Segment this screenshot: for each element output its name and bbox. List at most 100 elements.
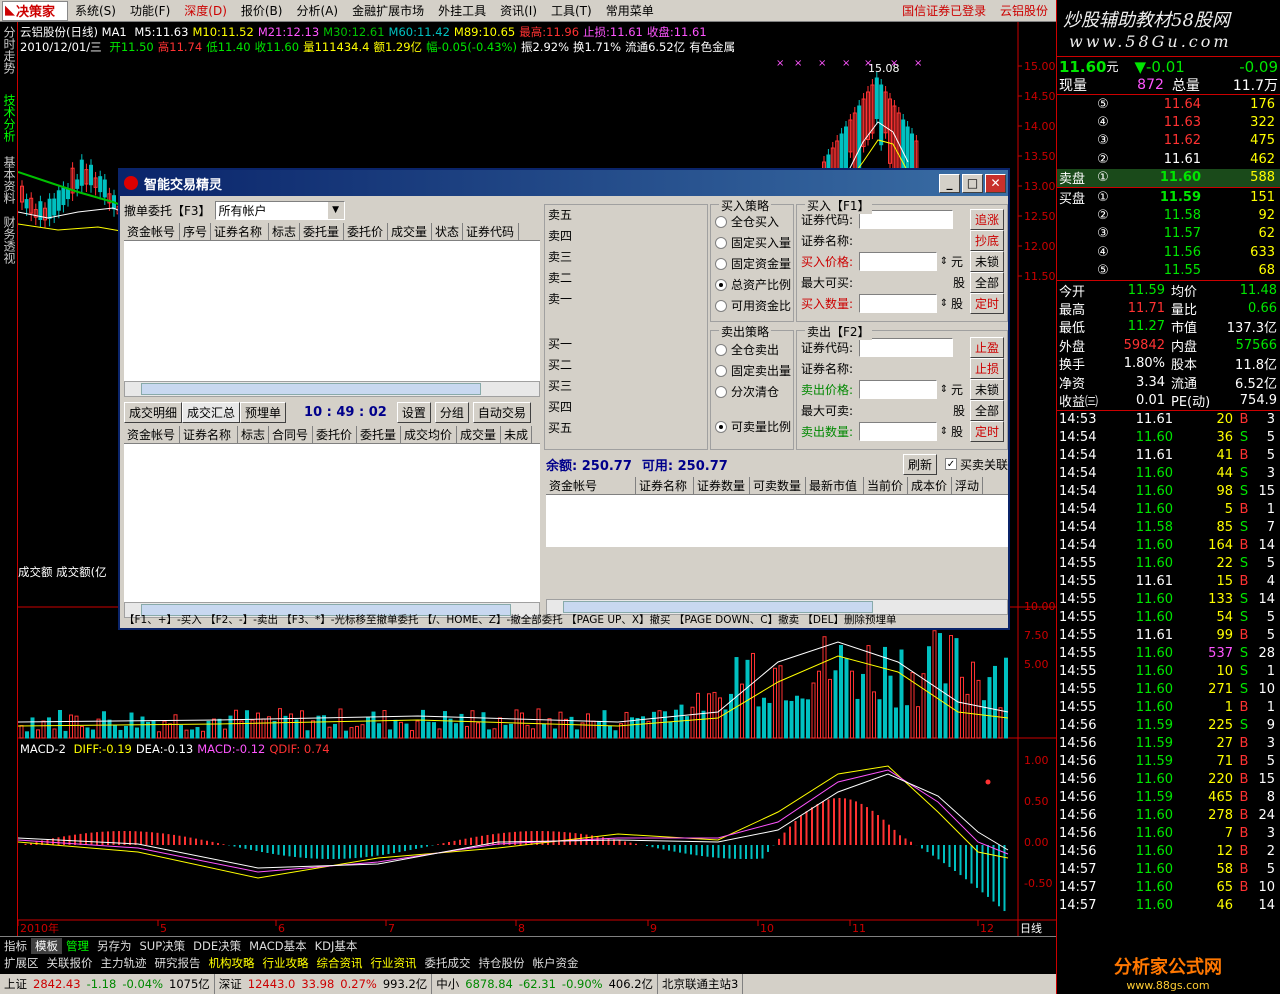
tab-fill-detail[interactable]: 成交明细: [124, 401, 183, 423]
column-header[interactable]: 委托量: [357, 425, 402, 443]
column-header[interactable]: 资金帐号: [546, 476, 636, 494]
column-header[interactable]: 资金帐号: [124, 425, 180, 443]
ask-row[interactable]: ⑤ 11.64 176: [1057, 95, 1280, 113]
column-header[interactable]: 最新市值: [806, 476, 864, 494]
column-header[interactable]: 序号: [180, 222, 212, 240]
tab-industry-news[interactable]: 行业资讯: [367, 955, 421, 971]
ask-row[interactable]: ③ 11.62 475: [1057, 132, 1280, 150]
tab-save-as[interactable]: 另存为: [93, 938, 136, 954]
tab-dde[interactable]: DDE决策: [189, 938, 245, 954]
buy-level[interactable]: 买五: [545, 418, 707, 439]
tab-research[interactable]: 研究报告: [151, 955, 205, 971]
buy-strategy-option[interactable]: 固定买入量: [715, 232, 793, 253]
server-status[interactable]: 北京联通主站3: [658, 974, 744, 994]
tab-industry[interactable]: 行业攻略: [259, 955, 313, 971]
menu-plugin[interactable]: 外挂工具: [431, 2, 493, 19]
index-shenzhen[interactable]: 深证 12443.0 33.98 0.27% 993.2亿: [215, 974, 433, 994]
auto-trade-button[interactable]: 自动交易: [472, 401, 531, 423]
buy-strategy-option[interactable]: 固定资金量: [715, 253, 793, 274]
sell-field-input[interactable]: [859, 338, 953, 357]
menu-depth[interactable]: 深度(D): [177, 2, 234, 19]
buy-action-button[interactable]: 抄底: [969, 230, 1004, 251]
index-shanghai[interactable]: 上证 2842.43 -1.18 -0.04% 1075亿: [0, 974, 215, 994]
tab-related-quote[interactable]: 关联报价: [43, 955, 97, 971]
sell-action-button[interactable]: 未锁: [969, 379, 1004, 400]
tab-indicator[interactable]: 指标: [0, 938, 31, 954]
column-header[interactable]: 资金帐号: [124, 222, 180, 240]
sell-strategy-option[interactable]: 固定卖出量: [715, 360, 793, 381]
sell-action-button[interactable]: 全部: [969, 400, 1004, 421]
column-header[interactable]: 成本价: [908, 476, 952, 494]
dialog-titlebar[interactable]: 智能交易精灵 _ □ ✕: [120, 170, 1008, 196]
sell-level[interactable]: 卖三: [545, 247, 707, 268]
sell-strategy-option[interactable]: 可卖量比例: [715, 416, 793, 437]
menu-analysis[interactable]: 分析(A): [289, 2, 345, 19]
buy-strategy-option[interactable]: 全仓买入: [715, 211, 793, 232]
tab-holdings[interactable]: 持仓股份: [475, 955, 529, 971]
close-button[interactable]: ✕: [985, 173, 1006, 193]
spinner-icon[interactable]: ⇕: [937, 298, 951, 309]
column-header[interactable]: 成交量: [388, 222, 433, 240]
vtab-intraday[interactable]: 分时走势: [0, 22, 19, 90]
bid-row[interactable]: 买盘 ① 11.59 151: [1057, 188, 1280, 207]
menu-common[interactable]: 常用菜单: [599, 2, 661, 19]
order-hscroll[interactable]: [124, 381, 540, 397]
tab-macd[interactable]: MACD基本: [245, 938, 310, 954]
buy-strategy-option[interactable]: 总资产比例: [715, 274, 793, 295]
bid-row[interactable]: ⑤ 11.55 68: [1057, 262, 1280, 280]
sell-strategy-option[interactable]: 分次清仓: [715, 381, 793, 402]
account-select[interactable]: 所有帐户 ▼: [214, 200, 345, 220]
buy-action-button[interactable]: 全部: [969, 272, 1004, 293]
column-header[interactable]: 证券名称: [636, 476, 694, 494]
menu-system[interactable]: 系统(S): [68, 2, 123, 19]
tab-orders[interactable]: 委托成交: [421, 955, 475, 971]
tab-fill-summary[interactable]: 成交汇总: [182, 401, 241, 423]
column-header[interactable]: 未成: [501, 425, 533, 443]
sell-level[interactable]: 卖一: [545, 289, 707, 310]
ask-row[interactable]: ② 11.61 462: [1057, 150, 1280, 168]
sell-level[interactable]: 卖五: [545, 205, 707, 226]
settings-button[interactable]: 设置: [396, 401, 431, 423]
column-header[interactable]: 证券名称: [211, 222, 270, 240]
link-checkbox[interactable]: ✓ 买卖关联: [944, 456, 1008, 473]
bid-row[interactable]: ④ 11.56 633: [1057, 243, 1280, 261]
order-table-body[interactable]: [124, 241, 540, 381]
column-header[interactable]: 委托价: [313, 425, 358, 443]
tab-account[interactable]: 帐户资金: [529, 955, 583, 971]
buy-action-button[interactable]: 未锁: [969, 251, 1004, 272]
menu-finance-ext[interactable]: 金融扩展市场: [345, 2, 431, 19]
spinner-icon[interactable]: ⇕: [937, 256, 951, 267]
menu-function[interactable]: 功能(F): [123, 2, 177, 19]
menu-quote[interactable]: 报价(B): [234, 2, 290, 19]
sell-field-input[interactable]: [859, 380, 937, 399]
bid-row[interactable]: ② 11.58 92: [1057, 206, 1280, 224]
group-button[interactable]: 分组: [434, 401, 469, 423]
maximize-button[interactable]: □: [962, 173, 983, 193]
order-hscroll-thumb[interactable]: [141, 383, 481, 395]
sell-strategy-option[interactable]: 全仓卖出: [715, 339, 793, 360]
buy-field-input[interactable]: [859, 252, 937, 271]
column-header[interactable]: 成交量: [457, 425, 502, 443]
buy-field-input[interactable]: [859, 210, 953, 229]
sell-action-button[interactable]: 止损: [969, 358, 1004, 379]
bid-row[interactable]: ③ 11.57 62: [1057, 225, 1280, 243]
sell-action-button[interactable]: 止盈: [969, 337, 1004, 358]
sell-action-button[interactable]: 定时: [969, 421, 1004, 442]
vtab-fundamentals[interactable]: 基本资料: [0, 152, 19, 212]
tab-manage[interactable]: 管理: [62, 938, 93, 954]
tab-sup[interactable]: SUP决策: [136, 938, 190, 954]
buy-action-button[interactable]: 定时: [969, 293, 1004, 314]
column-header[interactable]: 成交均价: [401, 425, 458, 443]
positions-table-body[interactable]: [546, 495, 1008, 547]
buy-level[interactable]: 买三: [545, 376, 707, 397]
tab-institution[interactable]: 机构攻略: [205, 955, 259, 971]
buy-level[interactable]: 买一: [545, 334, 707, 355]
column-header[interactable]: 标志: [269, 222, 301, 240]
column-header[interactable]: 证券名称: [180, 425, 238, 443]
minimize-button[interactable]: _: [939, 173, 960, 193]
buy-action-button[interactable]: 追涨: [969, 209, 1004, 230]
sell-level[interactable]: 卖二: [545, 268, 707, 289]
column-header[interactable]: 证券代码: [463, 222, 520, 240]
refresh-button[interactable]: 刷新: [902, 453, 937, 475]
vtab-finance[interactable]: 财务透视: [0, 212, 19, 272]
